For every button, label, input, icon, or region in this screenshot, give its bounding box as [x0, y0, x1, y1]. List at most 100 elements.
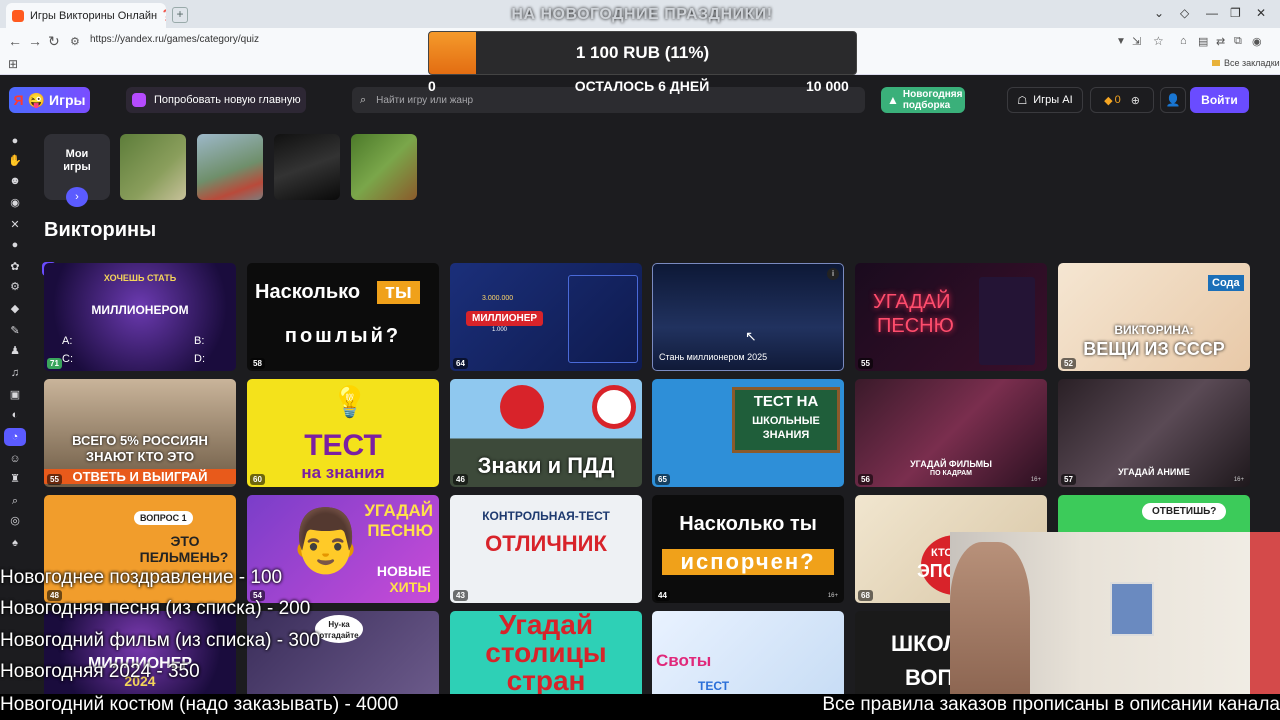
card-millioner-2025[interactable]: Стань миллионером 2025 i ↖ — [652, 263, 844, 371]
rating-badge: 57 — [1061, 474, 1076, 485]
nav-chat-icon[interactable]: ☺ — [8, 452, 22, 466]
search-input[interactable] — [374, 93, 839, 107]
new-year-collection-button[interactable]: ▲ Новогодняя подборка — [881, 87, 965, 113]
login-button[interactable]: Войти — [1190, 87, 1249, 113]
nav-swords-icon[interactable]: ✕ — [8, 218, 22, 232]
nav-cube-icon[interactable]: ◆ — [8, 302, 22, 316]
card-shkolnye[interactable]: ТЕСТ НА ШКОЛЬНЫЕ ЗНАНИЯ 65 — [652, 379, 844, 487]
card-millionaire[interactable]: ХОЧЕШЬ СТАТЬ МИЛЛИОНЕРОМ A: B: C: D: 71 — [44, 263, 236, 371]
rating-badge: 71 — [47, 358, 62, 369]
nav-music-icon[interactable]: ♫ — [8, 366, 22, 380]
reload-icon[interactable]: ↻ — [48, 33, 60, 50]
card-ugadai-pesnyu[interactable]: УГАДАЙ ПЕСНЮ 55 — [855, 263, 1047, 371]
minimize-icon[interactable]: — — [1206, 6, 1218, 20]
card-filmy[interactable]: УГАДАЙ ФИЛЬМЫ ПО КАДРАМ 16+ 56 — [855, 379, 1047, 487]
recent-game-minecraft[interactable] — [351, 134, 417, 200]
card-isporchen[interactable]: Насколько ты испорчен? 16+ 44 — [652, 495, 844, 603]
try-label: Попробовать новую главную — [154, 94, 301, 106]
try-new-main-button[interactable]: Попробовать новую главную — [126, 87, 306, 113]
card-text: ШКОЛ — [891, 631, 959, 656]
new-tab-button[interactable]: + — [172, 7, 188, 23]
nav-puzzle-icon[interactable]: ✿ — [8, 260, 22, 274]
sidebar-icon[interactable]: ▤ — [1198, 35, 1208, 48]
nav-shoe-icon[interactable]: ◐ — [8, 408, 22, 422]
nav-coin-icon[interactable]: ◎ — [8, 514, 22, 528]
card-poshlyi[interactable]: Насколько ты пошлый? 58 — [247, 263, 439, 371]
nav-quiz-icon[interactable]: ◔ — [4, 428, 26, 446]
nav-ball-icon[interactable]: ● — [8, 238, 22, 252]
order-line-2: Новогодняя песня (из списка) - 200 — [0, 598, 311, 619]
card-sssr[interactable]: Сода ВИКТОРИНА: ВЕЩИ ИЗ СССР 52 — [1058, 263, 1250, 371]
card-text: ШКОЛЬНЫЕ — [752, 415, 820, 427]
card-millioner-2[interactable]: 3.000.000 МИЛЛИОНЕР 1.000 64 — [450, 263, 642, 371]
footer-left-text: Новогодний костюм (надо заказывать) - 40… — [0, 694, 399, 715]
recent-game-bmw[interactable] — [274, 134, 340, 200]
nav-search-icon[interactable]: ⌕ — [8, 494, 22, 508]
stop-sign-icon — [500, 385, 544, 429]
close-window-icon[interactable]: ✕ — [1256, 6, 1266, 20]
age-rating: 16+ — [1030, 477, 1041, 483]
maximize-icon[interactable]: ❐ — [1230, 6, 1241, 20]
card-text: ТЕСТ — [304, 429, 382, 462]
chevron-right-icon[interactable]: › — [66, 187, 88, 207]
nav-user-icon[interactable]: ◉ — [8, 196, 22, 210]
bookmark-star-icon[interactable]: ☆ — [1153, 34, 1164, 48]
recent-game-uaz[interactable] — [120, 134, 186, 200]
card-svoty[interactable]: Своты ТЕСТ — [652, 611, 844, 694]
url-field[interactable]: https://yandex.ru/games/category/quiz — [90, 34, 259, 45]
add-coins-icon[interactable]: ⊕ — [1131, 94, 1140, 107]
nav-car-icon[interactable]: ⚙ — [8, 280, 22, 294]
profile-browser-icon[interactable]: ◉ — [1252, 35, 1262, 48]
card-anime[interactable]: УГАДАЙ АНИМЕ 16+ 57 — [1058, 379, 1250, 487]
card-nu-ka[interactable]: Ну-ка отгадайте — [247, 611, 439, 694]
share-icon[interactable]: ⇄ — [1216, 35, 1225, 48]
yandex-games-logo[interactable]: Я 😜 Игры — [9, 87, 90, 113]
all-bookmarks[interactable]: Все закладки — [1212, 58, 1280, 68]
nav-spade-icon[interactable]: ♠ — [8, 536, 22, 550]
rating-badge: 55 — [858, 358, 873, 369]
age-rating: 16+ — [827, 593, 838, 599]
answer-panel — [568, 275, 638, 363]
nav-book-icon[interactable]: ▣ — [8, 388, 22, 402]
nav-hand-icon[interactable]: ✋ — [8, 154, 22, 168]
back-icon[interactable]: ← — [8, 33, 22, 49]
profile-icon[interactable]: 👤 — [1160, 87, 1186, 113]
card-text: стран — [506, 665, 586, 695]
nav-new-icon[interactable]: ● — [8, 134, 22, 148]
card-text: ТЕСТ НА — [753, 393, 819, 410]
forward-icon[interactable]: → — [28, 33, 42, 49]
coins-widget[interactable]: ◆ 0 ⊕ — [1090, 87, 1154, 113]
card-stolicy[interactable]: Угадай столицы стран — [450, 611, 642, 694]
card-text: ОТВЕТИШЬ? — [1142, 503, 1227, 520]
logo-text: Игры — [49, 92, 86, 108]
card-5-percent[interactable]: ВСЕГО 5% РОССИЯН ЗНАЮТ КТО ЭТО ОТВЕТЬ И … — [44, 379, 236, 487]
install-icon[interactable]: ⇲ — [1132, 35, 1141, 48]
card-otlichnik[interactable]: КОНТРОЛЬНАЯ-ТЕСТ ОТЛИЧНИК 43 — [450, 495, 642, 603]
card-text: МИЛЛИОНЕРОМ — [91, 303, 189, 317]
nav-person-icon[interactable]: ♟ — [8, 344, 22, 358]
card-test-znaniya[interactable]: 💡 ТЕСТ на знания 60 — [247, 379, 439, 487]
recent-game-car-crash[interactable] — [197, 134, 263, 200]
tab-search-icon[interactable]: ⌄ — [1154, 6, 1164, 20]
browser-tab[interactable]: Игры Викторины Онлайн ❓ И ✕ — [6, 3, 166, 28]
home-icon[interactable]: ⌂ — [1180, 35, 1187, 47]
ny-label: Новогодняя подборка — [903, 89, 963, 111]
games-ai-button[interactable]: ☖ Игры AI — [1007, 87, 1083, 113]
card-pdd[interactable]: Знаки и ПДД 46 — [450, 379, 642, 487]
extensions-icon[interactable]: ⧉ — [1234, 35, 1242, 48]
info-icon[interactable]: i — [827, 268, 839, 280]
card-text: УГАДАЙ — [364, 501, 433, 520]
extension-icon[interactable]: ◇ — [1180, 6, 1189, 20]
card-text: УГАДАЙ — [873, 291, 951, 313]
card-text: Стань миллионером 2025 — [659, 352, 768, 362]
nav-mask-icon[interactable]: ☻ — [8, 174, 22, 188]
curtain — [1250, 532, 1280, 694]
nav-castle-icon[interactable]: ♜ — [8, 472, 22, 486]
nav-pencil-icon[interactable]: ✎ — [8, 324, 22, 338]
apps-grid-icon[interactable]: ⊞ — [8, 57, 18, 71]
dropdown-icon[interactable]: ▼ — [1116, 36, 1126, 47]
rating-badge: 68 — [858, 590, 873, 601]
card-text: ХОЧЕШЬ СТАТЬ — [103, 273, 177, 283]
wall-calendar — [1110, 582, 1154, 636]
site-settings-icon[interactable]: ⚙ — [70, 35, 80, 48]
